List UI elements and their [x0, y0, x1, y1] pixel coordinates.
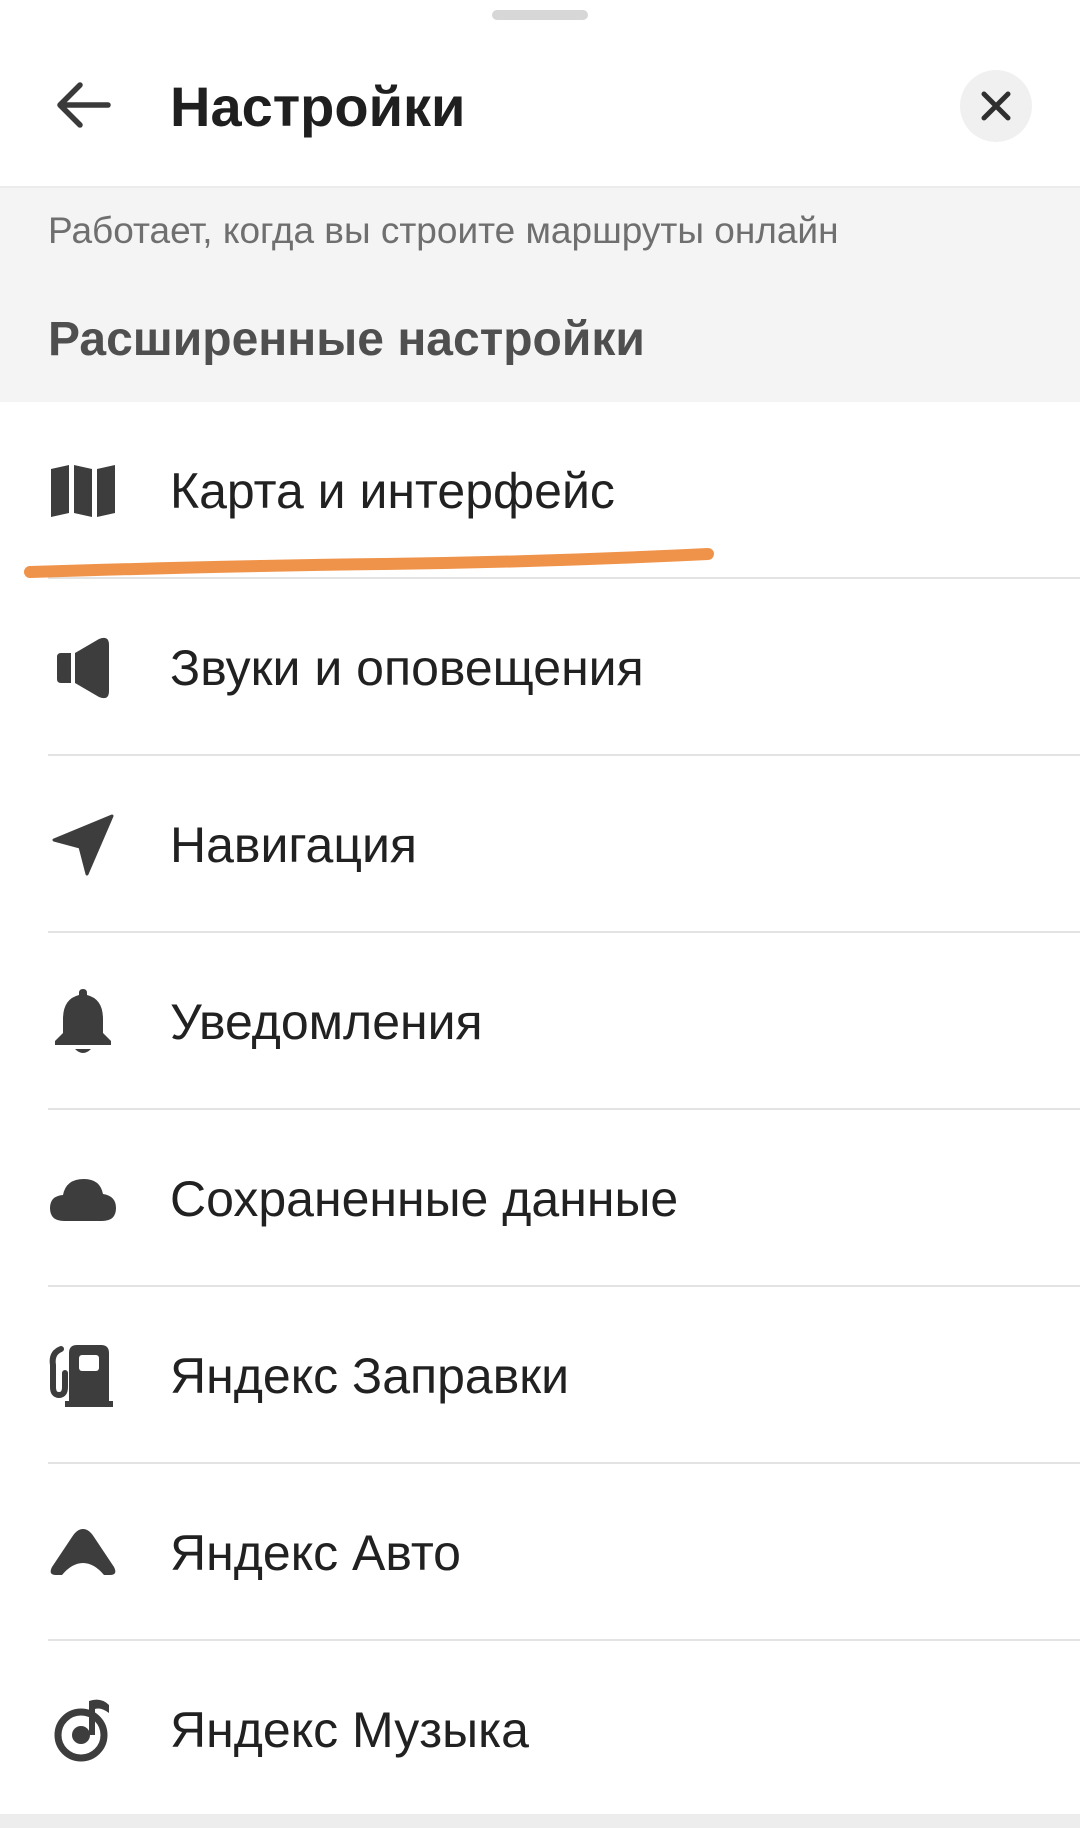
cloud-icon — [46, 1164, 120, 1234]
header: Настройки — [0, 0, 1080, 188]
arrow-left-icon — [56, 82, 112, 128]
map-icon — [46, 456, 120, 526]
fuel-pump-icon — [46, 1341, 120, 1411]
yandex-auto-icon — [46, 1518, 120, 1588]
section-title: Расширенные настройки — [48, 313, 645, 366]
settings-list: Карта и интерфейс Звуки и оповещения Нав… — [0, 402, 1080, 1818]
settings-item-label: Уведомления — [170, 994, 483, 1050]
settings-item-sounds[interactable]: Звуки и оповещения — [0, 579, 1080, 756]
settings-item-label: Яндекс Авто — [170, 1525, 461, 1581]
settings-item-label: Сохраненные данные — [170, 1171, 679, 1227]
sheet-grabber-handle[interactable] — [492, 10, 588, 20]
settings-item-label: Карта и интерфейс — [170, 463, 615, 519]
speaker-icon — [46, 633, 120, 703]
section-header-area: Работает, когда вы строите маршруты онла… — [0, 188, 1080, 402]
settings-item-navigation[interactable]: Навигация — [0, 756, 1080, 933]
settings-item-yandex-music[interactable]: Яндекс Музыка — [0, 1641, 1080, 1818]
settings-item-map-interface[interactable]: Карта и интерфейс — [0, 402, 1080, 579]
page-title: Настройки — [170, 75, 466, 138]
bell-icon — [46, 987, 120, 1057]
settings-item-label: Яндекс Заправки — [170, 1348, 570, 1404]
close-button[interactable] — [960, 70, 1032, 142]
settings-item-saved-data[interactable]: Сохраненные данные — [0, 1110, 1080, 1287]
settings-item-notifications[interactable]: Уведомления — [0, 933, 1080, 1110]
navigation-arrow-icon — [46, 810, 120, 880]
settings-item-label: Звуки и оповещения — [170, 640, 644, 696]
bottom-edge — [0, 1814, 1080, 1828]
settings-item-yandex-auto[interactable]: Яндекс Авто — [0, 1464, 1080, 1641]
settings-item-label: Навигация — [170, 817, 417, 873]
close-icon — [980, 90, 1012, 122]
music-note-icon — [46, 1695, 120, 1765]
back-button[interactable] — [46, 72, 122, 138]
settings-item-yandex-fuel[interactable]: Яндекс Заправки — [0, 1287, 1080, 1464]
routing-hint-text: Работает, когда вы строите маршруты онла… — [48, 210, 839, 251]
settings-item-label: Яндекс Музыка — [170, 1702, 529, 1758]
